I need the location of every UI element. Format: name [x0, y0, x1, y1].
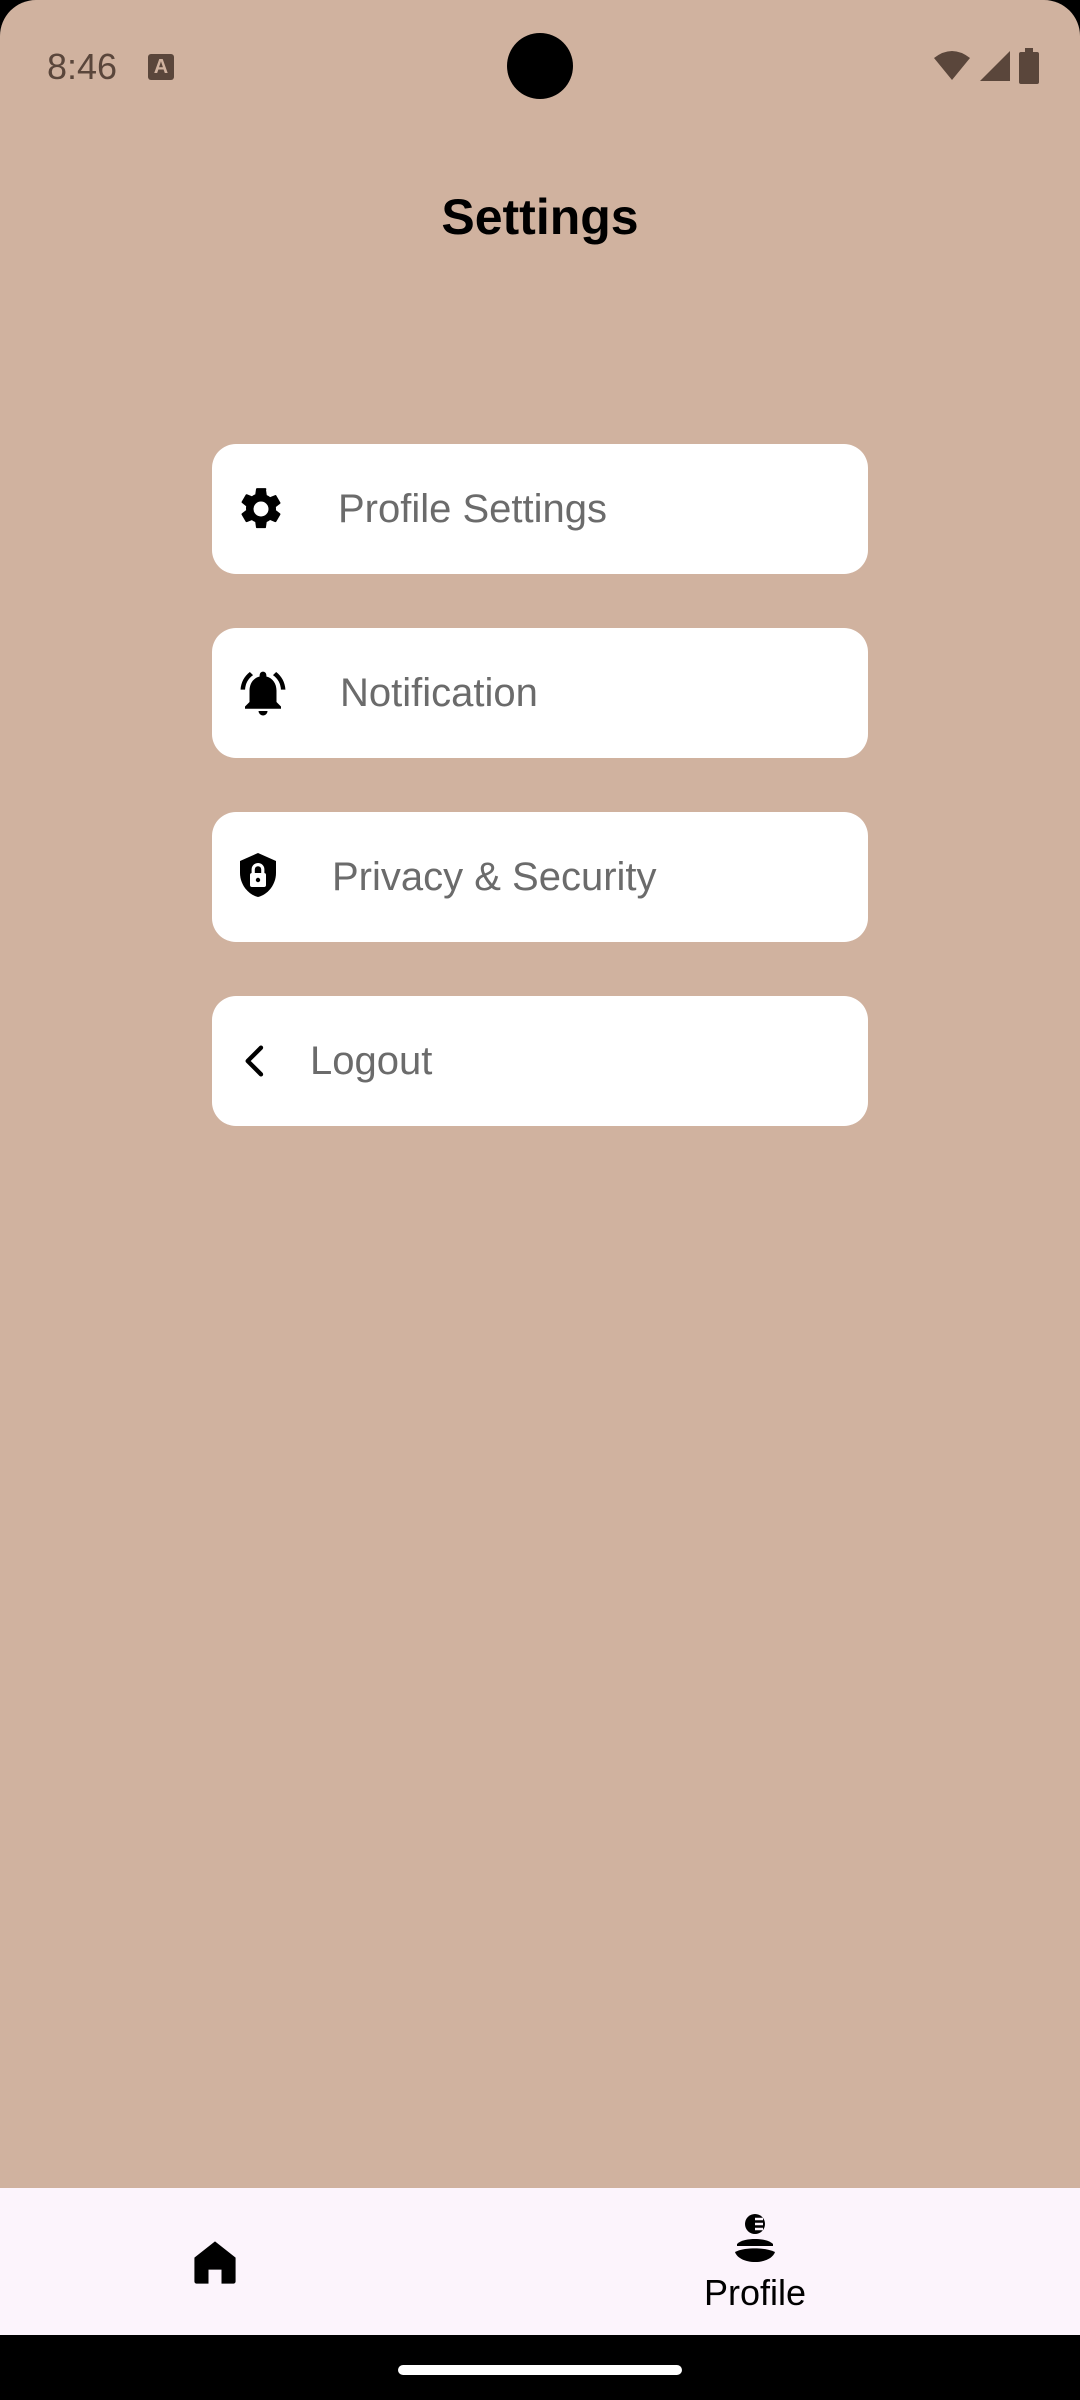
menu-item-label: Privacy & Security: [332, 855, 657, 899]
notification-button[interactable]: Notification: [212, 628, 868, 758]
menu-item-label: Profile Settings: [338, 487, 608, 531]
nav-profile-label: Profile: [703, 2272, 807, 2313]
profile-icon: [733, 2212, 777, 2269]
bottom-navigation: Profile: [0, 2188, 1080, 2335]
home-icon: [194, 2240, 236, 2284]
status-time: 8:46: [47, 46, 118, 87]
gesture-navigation-area: [0, 2335, 1080, 2400]
nav-profile-button[interactable]: Profile: [680, 2188, 830, 2335]
battery-icon: [1019, 48, 1039, 84]
bell-icon: [236, 666, 290, 720]
privacy-security-button[interactable]: Privacy & Security: [212, 812, 868, 942]
signal-icon: [980, 51, 1010, 81]
settings-screen: 8:46 A Settings Profile Settings Notific…: [0, 0, 1080, 2400]
status-icons: [932, 46, 1040, 86]
chevron-left-icon: [236, 1041, 276, 1081]
logout-button[interactable]: Logout: [212, 996, 868, 1126]
gesture-handle[interactable]: [398, 2365, 682, 2375]
profile-settings-button[interactable]: Profile Settings: [212, 444, 868, 574]
wifi-icon: [934, 51, 970, 80]
gear-icon: [236, 484, 286, 534]
page-title: Settings: [441, 189, 639, 245]
nav-home-button[interactable]: [160, 2188, 270, 2335]
a-icon: A: [148, 54, 174, 80]
camera-cutout: [507, 33, 573, 99]
status-bar: 8:46 A: [0, 0, 1080, 134]
menu-item-label: Notification: [340, 671, 538, 715]
shield-lock-icon: [234, 851, 282, 903]
settings-menu: Profile Settings Notification Privacy & …: [212, 444, 868, 1180]
menu-item-label: Logout: [310, 1039, 433, 1083]
